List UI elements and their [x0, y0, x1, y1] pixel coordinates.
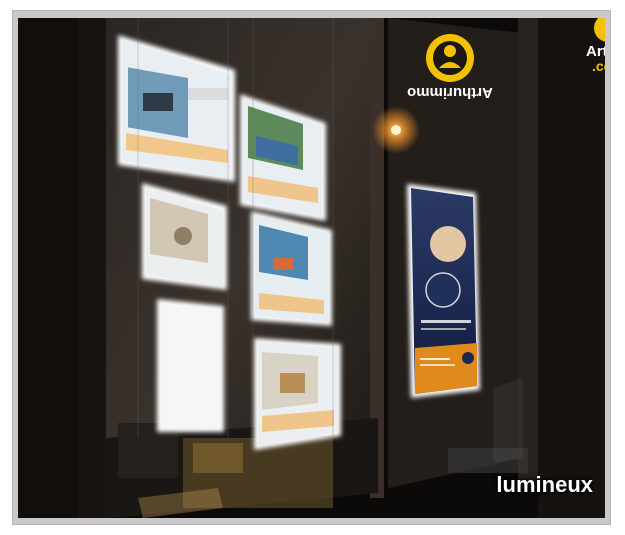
- logo-brand-text: Arthurimmo: [407, 84, 493, 101]
- storefront-photo: Arthurimmo Arthurimmo .com: [18, 18, 605, 518]
- led-panel-6: [254, 338, 341, 450]
- storefront-scene: Arthurimmo Arthurimmo .com: [18, 18, 605, 518]
- illuminated-poster: [407, 184, 480, 398]
- led-panel-5: [157, 299, 224, 432]
- led-panel-4: [251, 211, 332, 326]
- right-facade: [538, 18, 605, 518]
- outside-logo-tld: .com: [592, 58, 605, 74]
- photo-caption: lumineux: [496, 472, 593, 497]
